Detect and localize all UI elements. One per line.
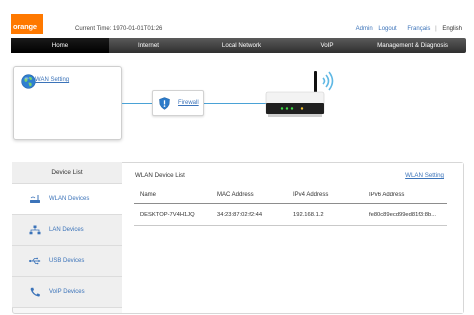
ipv6-address-cell: fe80c89ecd99ed81f3:8b... xyxy=(369,211,437,218)
firewall-link[interactable]: Firewall xyxy=(178,100,199,106)
wlan-device-list: WLAN Device List WLAN Setting Name MAC A… xyxy=(122,163,463,313)
sidebar-item-wlan[interactable]: WLAN Devices xyxy=(12,184,122,215)
sidebar-item-label: VoIP Devices xyxy=(49,289,85,295)
ipv4-address-cell: 192.168.1.2 xyxy=(293,211,324,218)
column-header-mac: MAC Address xyxy=(217,192,254,198)
table-header: Name MAC Address IPv4 Address IPv6 Addre… xyxy=(134,187,447,204)
sidebar-item-usb[interactable]: USB Devices xyxy=(12,246,122,277)
shield-icon xyxy=(159,97,170,110)
lang-separator: | xyxy=(435,26,437,32)
mac-address-cell: 34:23:87:02:f2:44 xyxy=(217,211,263,218)
logout-link[interactable]: Logout xyxy=(378,26,396,32)
admin-link[interactable]: Admin xyxy=(356,26,373,32)
device-list-title: Device List xyxy=(12,162,122,184)
sidebar-item-lan[interactable]: LAN Devices xyxy=(12,215,122,246)
sidebar-item-label: LAN Devices xyxy=(49,227,84,233)
wifi-icon xyxy=(30,195,40,203)
sidebar-item-voip[interactable]: VoIP Devices xyxy=(12,277,122,308)
column-header-name: Name xyxy=(140,192,157,198)
current-time: Current Time: 1970-01-01T01:26 xyxy=(75,26,163,32)
wlan-setting-link[interactable]: WLAN Setting xyxy=(405,172,444,179)
firewall-router-connector xyxy=(204,103,266,104)
network-icon xyxy=(29,225,41,235)
wan-firewall-connector xyxy=(122,103,152,104)
router-image xyxy=(265,71,334,117)
wlan-device-table: Name MAC Address IPv4 Address IPv6 Addre… xyxy=(134,187,447,226)
table-row[interactable]: DESKTOP-7V4H1JQ 34:23:87:02:f2:44 192.16… xyxy=(134,204,447,226)
main-nav: Home Internet Local Network VoIP Managem… xyxy=(11,38,466,53)
wlan-list-title: WLAN Device List xyxy=(135,172,185,179)
globe-icon xyxy=(21,74,36,89)
lang-fr-link[interactable]: Français xyxy=(407,26,430,32)
device-name-cell: DESKTOP-7V4H1JQ xyxy=(140,211,195,218)
device-list-sidebar: Device List WLAN Devices LAN Devices USB… xyxy=(12,162,122,314)
column-header-ipv6: IPv6 Address xyxy=(369,192,405,198)
lang-en-link[interactable]: English xyxy=(442,26,462,32)
nav-local-network[interactable]: Local Network xyxy=(188,38,295,53)
nav-voip[interactable]: VoIP xyxy=(295,38,359,53)
nav-management-diagnosis[interactable]: Management & Diagnosis xyxy=(359,38,466,53)
phone-icon xyxy=(30,287,40,297)
sidebar-item-label: USB Devices xyxy=(49,258,85,264)
orange-logo: orange xyxy=(11,14,43,34)
wan-setting-link[interactable]: WAN Setting xyxy=(35,77,69,83)
usb-icon xyxy=(29,257,41,265)
nav-internet[interactable]: Internet xyxy=(109,38,188,53)
column-header-ipv4: IPv4 Address xyxy=(293,192,329,198)
sidebar-item-label: WLAN Devices xyxy=(49,196,90,202)
nav-home[interactable]: Home xyxy=(11,38,109,53)
top-links: Admin Logout Français | English xyxy=(352,26,462,32)
